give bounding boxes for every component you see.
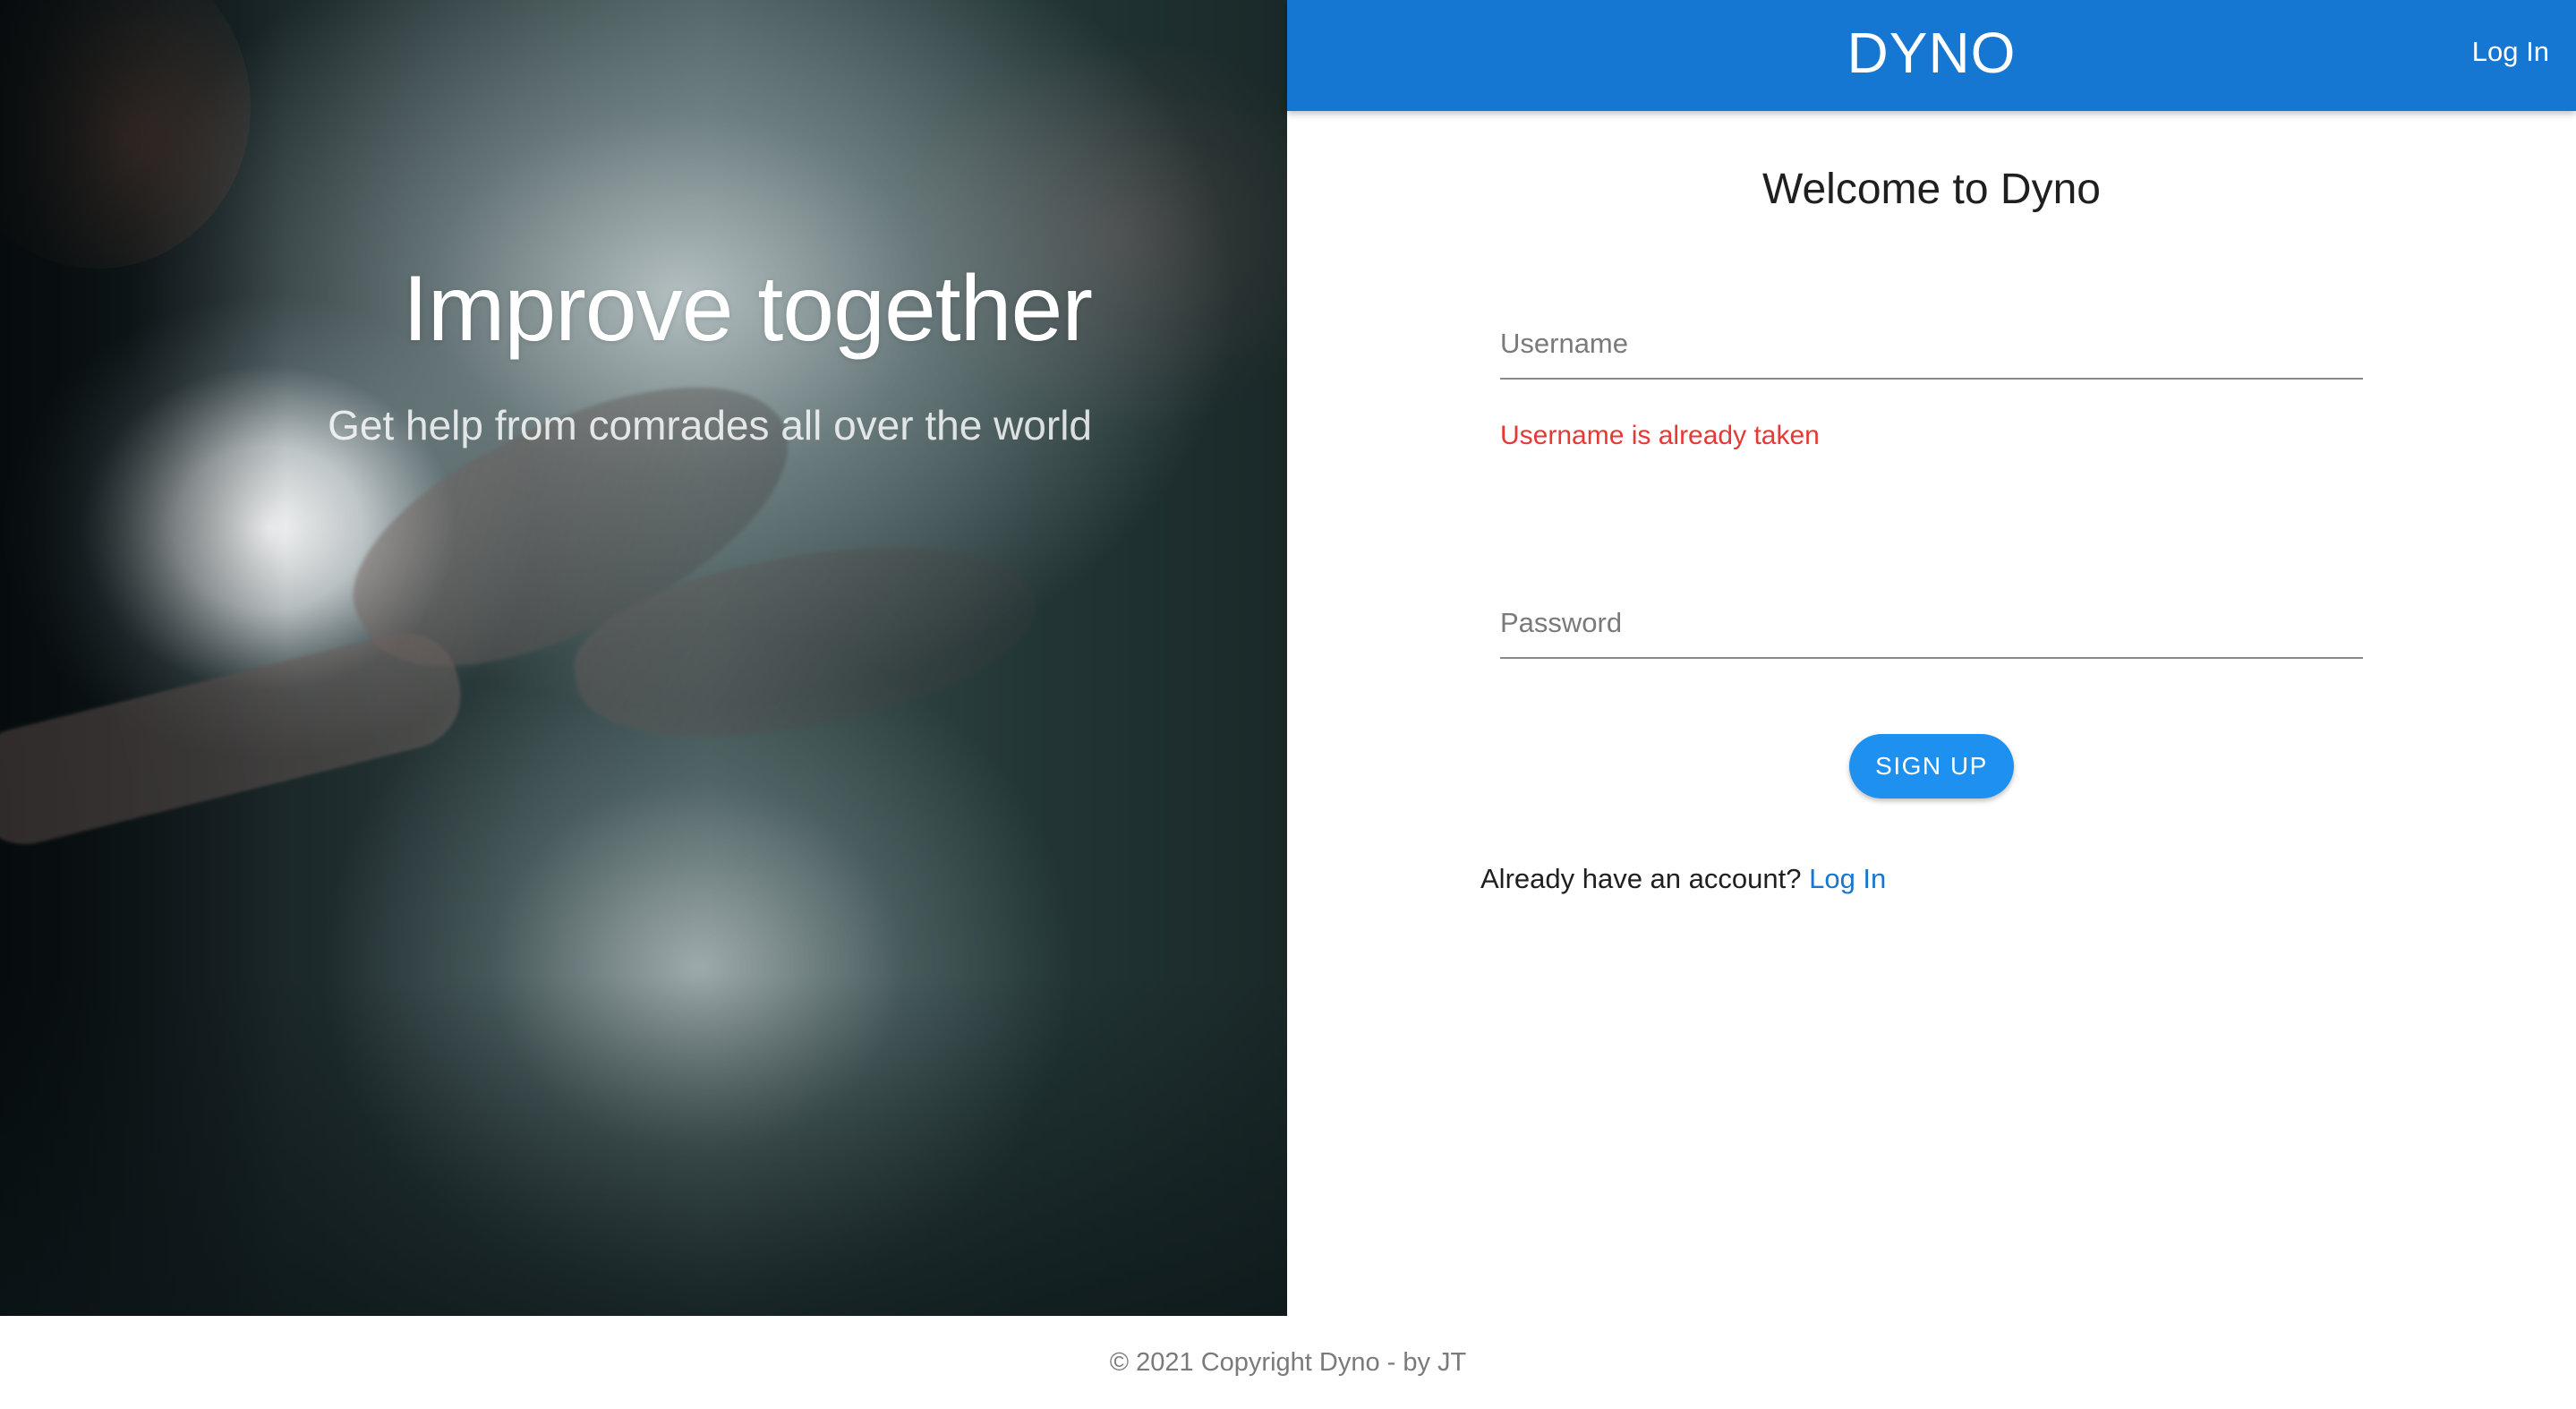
login-prompt-link[interactable]: Log In	[1809, 863, 1886, 894]
app-header: DYNO Log In	[1287, 0, 2576, 111]
login-prompt: Already have an account? Log In	[1480, 863, 1886, 895]
password-field	[1500, 587, 2363, 659]
hero-panel: Improve together Get help from comrades …	[0, 0, 1287, 1316]
hero-title: Improve together	[402, 257, 1093, 361]
username-field	[1500, 308, 2363, 380]
hero-photo-vignette	[0, 976, 1287, 1316]
header-login-link[interactable]: Log In	[2472, 36, 2549, 68]
copyright-text: © 2021 Copyright Dyno - by JT	[1109, 1348, 1467, 1377]
password-input[interactable]	[1500, 596, 2363, 650]
signup-form: Welcome to Dyno Username is already take…	[1287, 111, 2576, 1316]
page-footer: © 2021 Copyright Dyno - by JT	[0, 1316, 2576, 1409]
username-input[interactable]	[1500, 317, 2363, 371]
brand-logo[interactable]: DYNO	[1287, 20, 2576, 86]
username-error-message: Username is already taken	[1500, 421, 1820, 450]
form-heading: Welcome to Dyno	[1762, 166, 2101, 213]
login-prompt-text: Already have an account?	[1480, 863, 1802, 894]
signup-page: Improve together Get help from comrades …	[0, 0, 2576, 1409]
sign-up-button[interactable]: SIGN UP	[1849, 734, 2014, 798]
hero-subtitle: Get help from comrades all over the worl…	[328, 402, 1092, 448]
